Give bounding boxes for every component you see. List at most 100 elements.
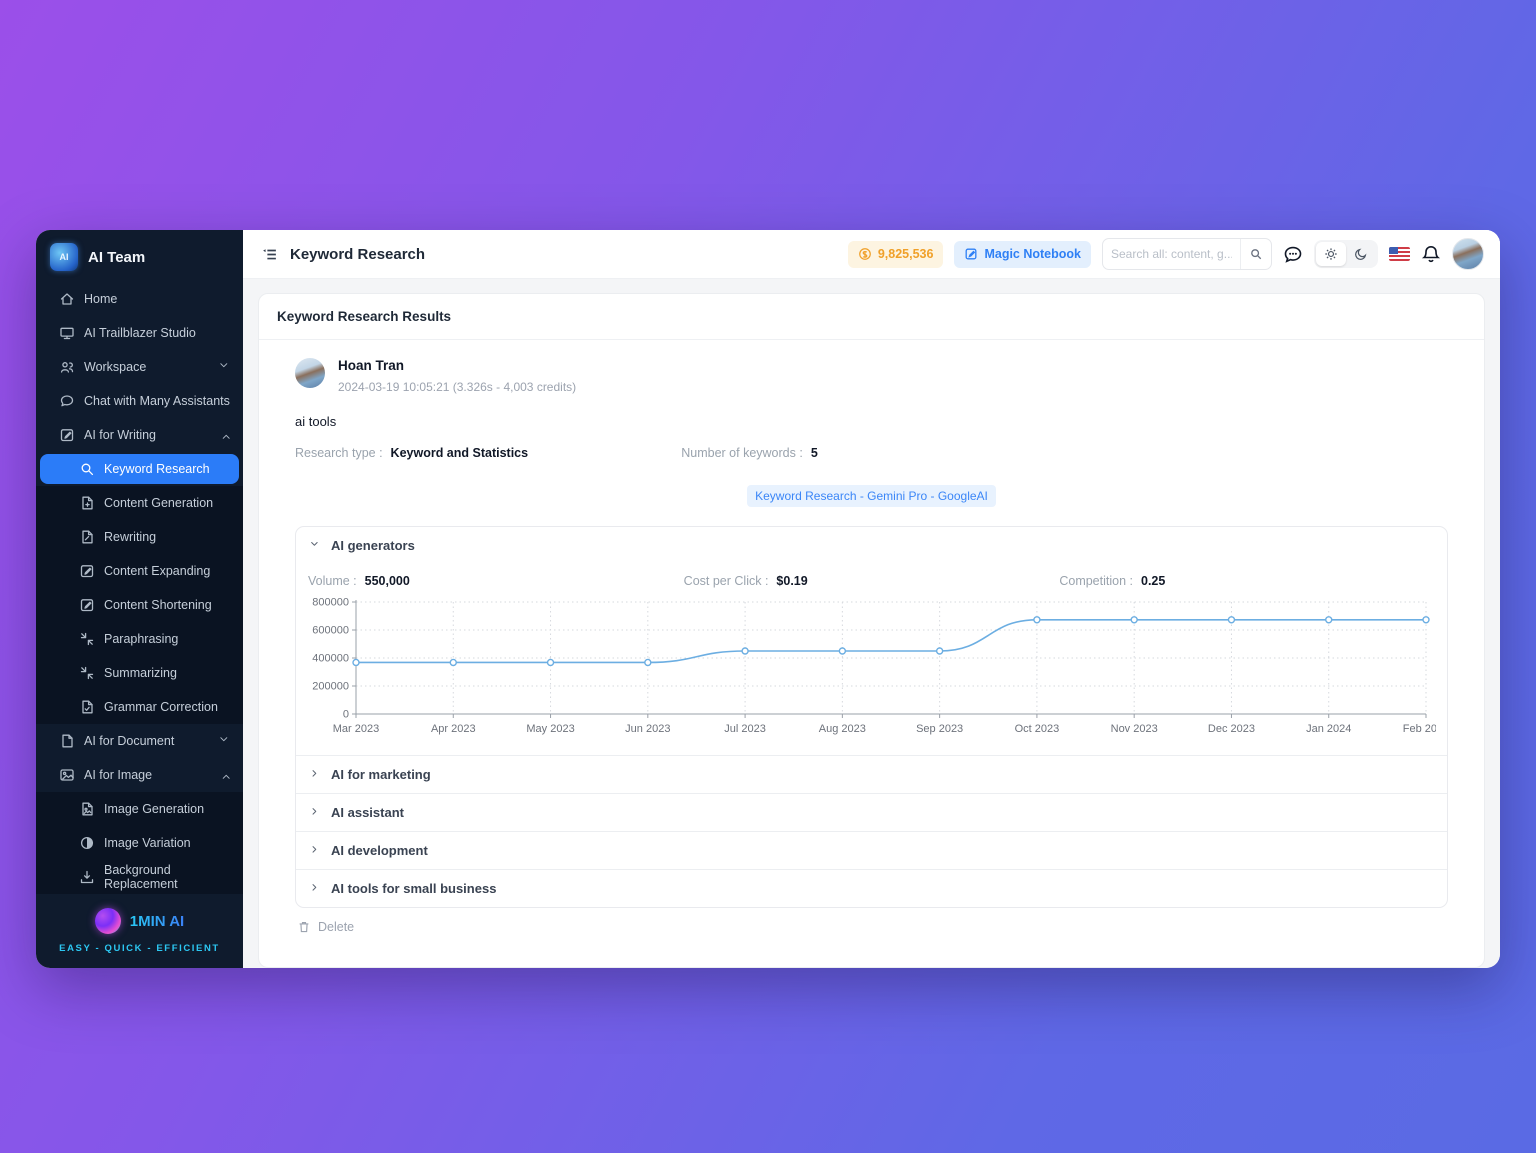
sidebar-item-home[interactable]: Home <box>36 282 243 316</box>
image-icon <box>59 767 75 783</box>
sidebar-item-ai-for-image[interactable]: AI for Image <box>36 758 243 792</box>
competition-label: Competition : <box>1059 574 1133 588</box>
result-user-row: Hoan Tran 2024-03-19 10:05:21 (3.326s - … <box>295 358 1448 394</box>
keyword-section-name: AI for marketing <box>331 767 431 782</box>
svg-text:400000: 400000 <box>312 653 349 665</box>
cpc-label: Cost per Click : <box>684 574 769 588</box>
svg-text:Aug 2023: Aug 2023 <box>819 723 866 735</box>
research-meta-row: Research type : Keyword and Statistics N… <box>295 446 1448 460</box>
svg-text:Apr 2023: Apr 2023 <box>431 723 476 735</box>
contrast-icon <box>79 835 95 851</box>
delete-label: Delete <box>318 920 354 934</box>
arrows-in-icon <box>79 631 95 647</box>
keyword-section-name: AI development <box>331 843 428 858</box>
sidebar-item-ai-for-writing[interactable]: AI for Writing <box>36 418 243 452</box>
pencil-square-icon <box>79 597 95 613</box>
sidebar-item-rewriting[interactable]: Rewriting <box>36 520 243 554</box>
chevron-down-icon <box>219 361 231 373</box>
result-user-avatar <box>295 358 325 388</box>
keyword-section-header-ai-generators[interactable]: AI generators <box>296 527 1447 564</box>
sidebar-item-chat-with-many-assistants[interactable]: Chat with Many Assistants <box>36 384 243 418</box>
chevron-down-icon <box>310 540 321 551</box>
model-tag[interactable]: Keyword Research - Gemini Pro - GoogleAI <box>747 485 996 507</box>
language-us-flag-icon[interactable] <box>1389 247 1410 261</box>
sidebar-item-summarizing[interactable]: Summarizing <box>36 656 243 690</box>
search-input[interactable] <box>1103 247 1240 261</box>
theme-toggle <box>1314 240 1378 268</box>
sidebar-item-paraphrasing[interactable]: Paraphrasing <box>36 622 243 656</box>
sidebar-item-keyword-research[interactable]: Keyword Research <box>36 452 243 486</box>
sidebar-item-ai-trailblazer-studio[interactable]: AI Trailblazer Studio <box>36 316 243 350</box>
app-window: AI AI Team HomeAI Trailblazer StudioWork… <box>36 230 1500 968</box>
magic-notebook-button[interactable]: Magic Notebook <box>954 241 1091 268</box>
sidebar-item-content-expanding[interactable]: Content Expanding <box>36 554 243 588</box>
svg-text:Jun 2023: Jun 2023 <box>625 723 670 735</box>
user-avatar[interactable] <box>1452 238 1484 270</box>
sidebar: AI AI Team HomeAI Trailblazer StudioWork… <box>36 230 243 968</box>
magic-notebook-label: Magic Notebook <box>984 247 1081 261</box>
search-icon[interactable] <box>1240 239 1271 269</box>
keyword-section-header-ai-tools-for-small-business[interactable]: AI tools for small business <box>296 870 1447 907</box>
keyword-section-ai-generators: AI generators Volume : 550,000 Cost per Cli… <box>296 527 1447 755</box>
svg-text:800000: 800000 <box>312 597 349 609</box>
sidebar-item-ai-for-document[interactable]: AI for Document <box>36 724 243 758</box>
chevron-right-icon <box>310 845 321 856</box>
sidebar-item-content-shortening[interactable]: Content Shortening <box>36 588 243 622</box>
notifications-bell-icon[interactable] <box>1421 244 1441 264</box>
chevron-right-icon <box>310 883 321 894</box>
svg-text:May 2023: May 2023 <box>526 723 574 735</box>
file-image-icon <box>79 801 95 817</box>
svg-text:200000: 200000 <box>312 681 349 693</box>
chat-icon <box>59 393 75 409</box>
sidebar-item-content-generation[interactable]: Content Generation <box>36 486 243 520</box>
keywords-count-label: Number of keywords : <box>681 446 803 460</box>
1min-ai-logo-icon <box>95 908 121 934</box>
sidebar-item-image-variation[interactable]: Image Variation <box>36 826 243 860</box>
cpc-value: $0.19 <box>776 574 807 588</box>
results-card-title: Keyword Research Results <box>259 294 1484 340</box>
svg-text:Jul 2023: Jul 2023 <box>724 723 766 735</box>
research-type-label: Research type : <box>295 446 383 460</box>
sidebar-item-workspace[interactable]: Workspace <box>36 350 243 384</box>
keyword-section-header-ai-for-marketing[interactable]: AI for marketing <box>296 756 1447 793</box>
file-plus-icon <box>79 495 95 511</box>
sidebar-brand[interactable]: AI AI Team <box>36 230 243 282</box>
svg-text:Jan 2024: Jan 2024 <box>1306 723 1351 735</box>
light-mode-sun-icon[interactable] <box>1316 242 1346 266</box>
arrows-in-icon <box>79 665 95 681</box>
svg-text:Dec 2023: Dec 2023 <box>1208 723 1255 735</box>
keyword-section-header-ai-development[interactable]: AI development <box>296 832 1447 869</box>
keyword-section-header-ai-assistant[interactable]: AI assistant <box>296 794 1447 831</box>
coin-icon <box>858 247 872 261</box>
sidebar-item-grammar-correction[interactable]: Grammar Correction <box>36 690 243 724</box>
trash-icon <box>297 920 311 934</box>
svg-text:Mar 2023: Mar 2023 <box>333 723 379 735</box>
svg-text:Sep 2023: Sep 2023 <box>916 723 963 735</box>
keyword-section-name: AI tools for small business <box>331 881 496 896</box>
competition-value: 0.25 <box>1141 574 1165 588</box>
sidebar-item-image-generation[interactable]: Image Generation <box>36 792 243 826</box>
menu-fold-icon[interactable] <box>261 246 278 263</box>
chevron-down-icon <box>219 735 231 747</box>
sidebar-tagline: EASY - QUICK - EFFICIENT <box>46 943 233 954</box>
sidebar-nav: HomeAI Trailblazer StudioWorkspaceChat w… <box>36 282 243 894</box>
file-check-icon <box>79 699 95 715</box>
chevron-right-icon <box>310 807 321 818</box>
users-icon <box>59 359 75 375</box>
feedback-chat-icon[interactable] <box>1283 244 1303 264</box>
credits-badge[interactable]: 9,825,536 <box>848 241 944 268</box>
results-card: Keyword Research Results Hoan Tran 2024-… <box>258 293 1485 968</box>
keyword-section-ai-assistant: AI assistant <box>296 793 1447 831</box>
result-user-name: Hoan Tran <box>338 358 576 373</box>
chevron-up-icon <box>219 769 231 781</box>
volume-value: 550,000 <box>365 574 410 588</box>
monitor-icon <box>59 325 75 341</box>
main-area: Keyword Research 9,825,536 <box>243 230 1500 968</box>
sidebar-item-background-replacement[interactable]: Background Replacement <box>36 860 243 894</box>
volume-label: Volume : <box>308 574 357 588</box>
volume-trend-chart: 0200000400000600000800000Mar 2023Apr 202… <box>306 592 1437 749</box>
app-brand-name: AI Team <box>88 249 145 266</box>
dark-mode-moon-icon[interactable] <box>1346 242 1376 266</box>
file-icon <box>59 733 75 749</box>
delete-button[interactable]: Delete <box>297 920 1446 934</box>
